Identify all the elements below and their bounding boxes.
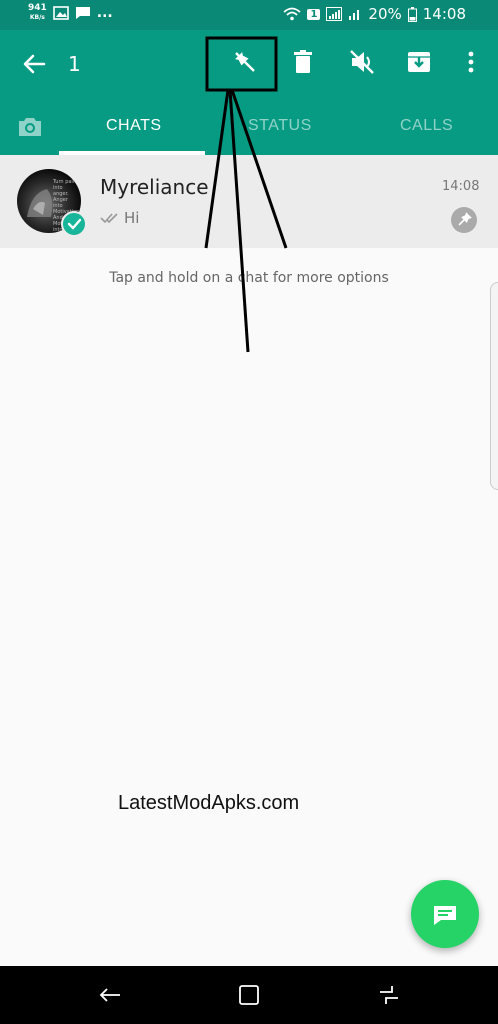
speed-value: 941 [28, 3, 47, 13]
signal-icon [326, 7, 343, 21]
image-notification-icon [52, 6, 69, 20]
speed-unit: KB/s [29, 14, 45, 21]
tab-bar: CHATS STATUS CALLS [0, 105, 498, 155]
archive-icon [408, 52, 430, 72]
sim-indicator: 1 [307, 8, 321, 20]
archive-button[interactable] [403, 46, 435, 78]
delete-button[interactable] [287, 46, 319, 78]
delete-icon [294, 50, 312, 73]
tab-chats[interactable]: CHATS [106, 117, 162, 135]
unpin-button[interactable] [229, 46, 261, 78]
unpin-icon [235, 52, 255, 72]
chat-last-message: Hi [124, 209, 140, 227]
wifi-icon [283, 7, 302, 21]
battery-icon [407, 6, 417, 22]
nav-recents-icon[interactable] [374, 980, 404, 1010]
nav-home-icon[interactable] [234, 980, 264, 1010]
back-arrow-icon[interactable] [20, 50, 48, 78]
message-notification-icon [75, 7, 90, 19]
new-chat-fab[interactable] [411, 880, 479, 948]
selected-check-badge [61, 211, 87, 237]
new-chat-icon [434, 906, 456, 925]
network-speed: 941 KB/s [28, 4, 47, 22]
pin-icon [458, 212, 472, 226]
edge-panel-handle[interactable] [490, 282, 498, 490]
tab-calls[interactable]: CALLS [400, 117, 453, 135]
watermark-text: LatestModApks.com [118, 792, 300, 814]
more-options-button[interactable] [455, 46, 487, 78]
tab-status[interactable]: STATUS [248, 117, 312, 135]
camera-icon[interactable] [16, 115, 44, 139]
signal-secondary-icon [349, 10, 360, 20]
more-vert-icon [468, 51, 474, 73]
system-nav-bar [0, 966, 498, 1024]
check-icon [67, 218, 82, 230]
status-right: 1 20% 14:08 [283, 5, 466, 23]
mute-button[interactable] [346, 46, 378, 78]
selection-app-bar: 1 CHATS STATUS CALLS [0, 30, 498, 155]
selected-count: 1 [68, 52, 81, 76]
battery-percent: 20% [368, 5, 402, 23]
double-check-icon [100, 213, 118, 224]
status-left: 941 KB/s ... [28, 4, 113, 22]
chat-list-item[interactable]: Turn pain into anger. Anger into Motivat… [0, 155, 498, 248]
pinned-badge [451, 207, 477, 233]
chat-time: 14:08 [442, 179, 480, 194]
chat-hint-text: Tap and hold on a chat for more options [109, 270, 389, 286]
clock: 14:08 [422, 5, 466, 23]
chat-preview: Hi [100, 209, 139, 227]
mute-icon [350, 50, 374, 74]
chat-name: Myreliance [100, 175, 209, 199]
more-notifications: ... [96, 5, 113, 21]
status-bar: 941 KB/s ... 1 20% 14:08 [0, 0, 498, 30]
nav-back-icon[interactable] [95, 980, 125, 1010]
